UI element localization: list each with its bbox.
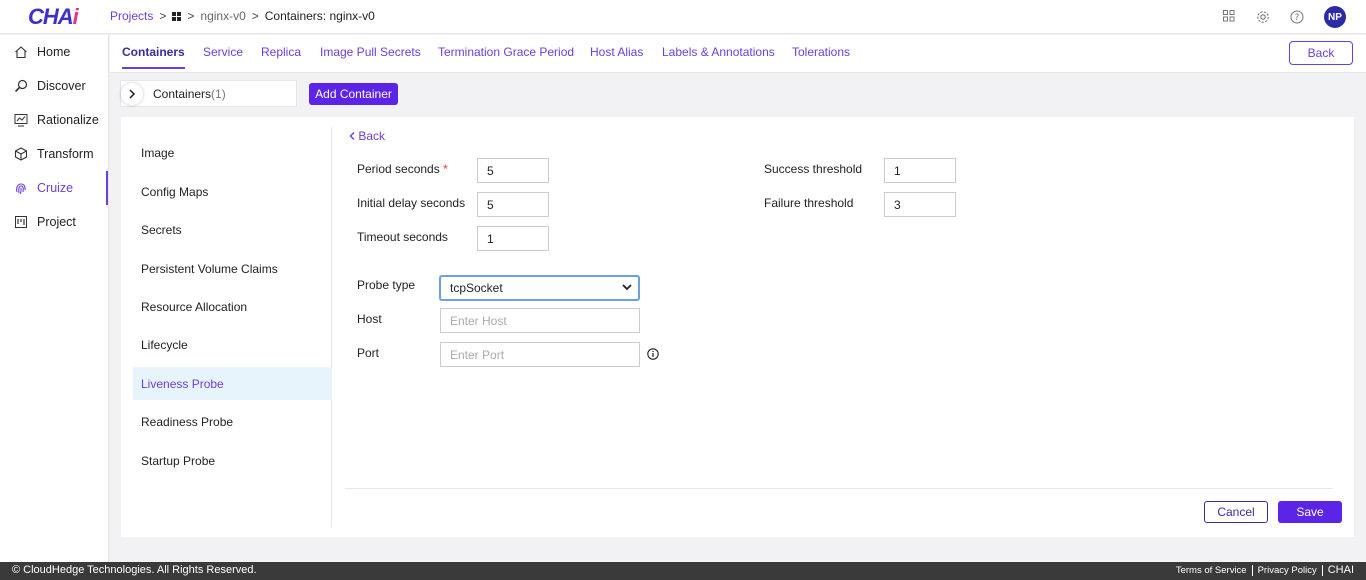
host-label: Host	[357, 312, 382, 326]
breadcrumb-current: Containers: nginx-v0	[264, 9, 375, 23]
sidebar-item-rationalize[interactable]: Rationalize	[0, 103, 108, 137]
home-icon	[14, 45, 28, 59]
menu-item-resource-allocation[interactable]: Resource Allocation	[133, 290, 332, 323]
menu-item-image[interactable]: Image	[133, 136, 332, 169]
failure-threshold-label: Failure threshold	[764, 196, 854, 210]
containers-count: (1)	[211, 86, 226, 101]
footer-brand: CHAI	[1327, 564, 1354, 576]
footer-links: Terms of Service Privacy Policy CHAI	[1176, 564, 1354, 576]
sidebar-item-home[interactable]: Home	[0, 35, 108, 69]
success-threshold-input[interactable]: 1	[884, 158, 956, 183]
apps-grid-icon[interactable]	[1222, 10, 1236, 24]
sidebar-item-label: Transform	[37, 147, 94, 161]
menu-item-startup-probe[interactable]: Startup Probe	[133, 444, 332, 477]
sidebar-item-label: Project	[37, 215, 76, 229]
containers-title: Containers	[153, 86, 212, 101]
add-container-button[interactable]: Add Container	[309, 83, 398, 105]
menu-item-lifecycle[interactable]: Lifecycle	[133, 328, 332, 361]
help-icon[interactable]: ?	[1290, 10, 1304, 24]
breadcrumb-separator: >	[187, 9, 195, 23]
required-mark: *	[443, 162, 448, 176]
initial-delay-label: Initial delay seconds	[357, 196, 466, 210]
avatar[interactable]: NP	[1324, 6, 1346, 28]
logo-text: CHA	[28, 4, 74, 29]
success-threshold-label: Success threshold	[764, 162, 863, 176]
copyright-text: © CloudHedge Technologies. All Rights Re…	[12, 564, 257, 576]
privacy-link[interactable]: Privacy Policy	[1258, 565, 1317, 576]
tab-image-pull-secrets[interactable]: Image Pull Secrets	[320, 45, 421, 67]
timeout-input[interactable]: 1	[477, 226, 549, 251]
menu-item-pvc[interactable]: Persistent Volume Claims	[133, 252, 332, 285]
fingerprint-icon	[14, 181, 28, 195]
sidebar-item-discover[interactable]: Discover	[0, 69, 108, 103]
grid-icon[interactable]	[172, 11, 182, 21]
chai-logo[interactable]: CHAi	[28, 4, 79, 30]
save-button[interactable]: Save	[1278, 501, 1342, 523]
probe-type-label: Probe type	[357, 278, 416, 292]
port-input[interactable]: Enter Port	[440, 342, 640, 367]
chart-icon	[14, 113, 28, 127]
back-link-label: Back	[358, 129, 386, 143]
tab-containers[interactable]: Containers	[122, 45, 185, 69]
info-icon[interactable]	[647, 348, 659, 360]
divider	[1251, 564, 1253, 576]
probe-type-select[interactable]: tcpSocket	[440, 276, 639, 300]
breadcrumb-project[interactable]: nginx-v0	[200, 9, 245, 23]
port-label: Port	[357, 346, 380, 360]
footer: © CloudHedge Technologies. All Rights Re…	[0, 562, 1366, 580]
search-icon	[14, 79, 28, 93]
sidebar-item-transform[interactable]: Transform	[0, 137, 108, 171]
chevron-right-icon[interactable]	[121, 82, 143, 105]
main-panel: Image Config Maps Secrets Persistent Vol…	[121, 117, 1354, 537]
svg-text:?: ?	[1295, 13, 1300, 23]
tab-labels-annotations[interactable]: Labels & Annotations	[662, 45, 775, 67]
cancel-button[interactable]: Cancel	[1204, 501, 1268, 523]
sidebar-item-label: Cruize	[37, 181, 74, 195]
sidebar-item-cruize[interactable]: Cruize	[0, 171, 108, 205]
back-button[interactable]: Back	[1289, 41, 1353, 65]
form-divider	[345, 488, 1333, 489]
probe-type-value: tcpSocket	[450, 281, 503, 295]
board-icon	[14, 215, 28, 229]
timeout-label: Timeout seconds	[357, 230, 448, 244]
chevron-left-icon	[349, 132, 355, 140]
sidebar: Home Discover Rationalize Transform Crui…	[0, 35, 109, 562]
container-settings-menu: Image Config Maps Secrets Persistent Vol…	[133, 127, 332, 527]
top-icons: ? NP	[1222, 6, 1346, 28]
menu-item-liveness-probe[interactable]: Liveness Probe	[133, 367, 332, 400]
terms-link[interactable]: Terms of Service	[1176, 565, 1247, 576]
gear-icon[interactable]	[1256, 10, 1270, 24]
tab-termination-grace-period[interactable]: Termination Grace Period	[438, 45, 574, 67]
failure-threshold-input[interactable]: 3	[884, 192, 956, 217]
top-bar: CHAi Projects > > nginx-v0 > Containers:…	[0, 0, 1366, 34]
host-input[interactable]: Enter Host	[440, 308, 640, 333]
containers-header: Containers(1)	[120, 80, 297, 107]
menu-item-readiness-probe[interactable]: Readiness Probe	[133, 405, 332, 438]
sidebar-item-label: Rationalize	[37, 113, 99, 127]
breadcrumb-projects[interactable]: Projects	[110, 9, 153, 23]
tab-service[interactable]: Service	[203, 45, 243, 67]
tab-host-alias[interactable]: Host Alias	[590, 45, 643, 67]
period-seconds-label: Period seconds *	[357, 162, 448, 176]
sidebar-item-label: Discover	[37, 79, 86, 93]
label-text: Period seconds	[357, 162, 440, 176]
logo-accent: i	[72, 4, 79, 29]
form-back-link[interactable]: Back	[349, 129, 385, 143]
divider	[1321, 564, 1323, 576]
menu-item-secrets[interactable]: Secrets	[133, 213, 332, 246]
containers-label: Containers(1)	[153, 87, 226, 101]
period-seconds-input[interactable]: 5	[477, 158, 549, 183]
breadcrumb: Projects > > nginx-v0 > Containers: ngin…	[110, 9, 375, 23]
chevron-down-icon	[622, 284, 632, 291]
cube-icon	[14, 147, 28, 161]
tab-tolerations[interactable]: Tolerations	[792, 45, 850, 67]
menu-item-config-maps[interactable]: Config Maps	[133, 175, 332, 208]
breadcrumb-separator: >	[159, 9, 167, 23]
sidebar-item-project[interactable]: Project	[0, 205, 108, 239]
breadcrumb-separator: >	[251, 9, 259, 23]
tab-replica[interactable]: Replica	[261, 45, 301, 67]
tabs-bar: Containers Service Replica Image Pull Se…	[110, 35, 1366, 73]
initial-delay-input[interactable]: 5	[477, 192, 549, 217]
sidebar-item-label: Home	[37, 45, 71, 59]
